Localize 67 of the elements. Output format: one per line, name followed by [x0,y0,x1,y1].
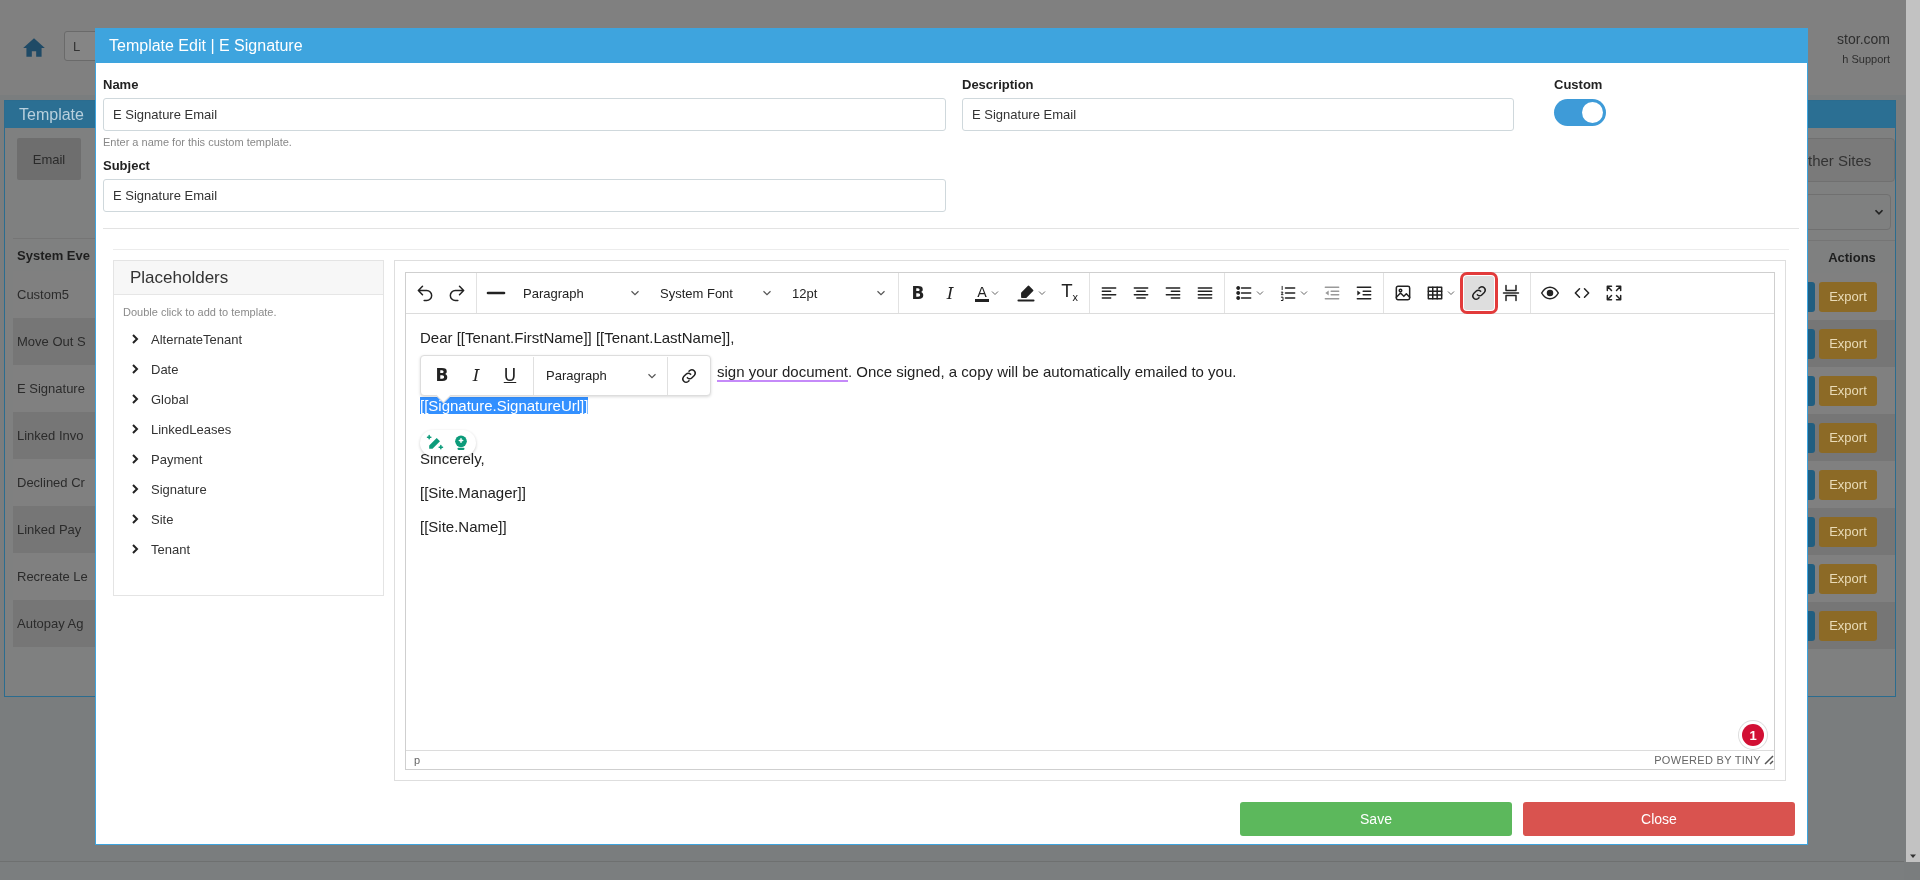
tree-item[interactable]: Signature [151,481,207,497]
tree-item[interactable]: Tenant [151,541,191,557]
block-format-dropdown[interactable]: Paragraph [513,276,648,310]
notification-badge[interactable]: 1 [1742,724,1764,746]
description-field[interactable]: E Signature Email [962,98,1514,131]
close-button[interactable]: Close [1523,802,1795,836]
subject-field[interactable]: E Signature Email [103,179,946,212]
tree-item[interactable]: Date [151,361,179,377]
marker-icon [1016,283,1036,303]
italic-button[interactable]: I [935,276,965,310]
block-format-dropdown[interactable]: Paragraph [533,356,668,395]
font-size-dropdown[interactable]: 12pt [782,276,894,310]
editor-paragraph: [[Site.Manager]] [420,483,527,502]
horizontal-line-icon [486,291,506,295]
field-label: Custom [1554,77,1603,92]
redo-arrow-icon [447,283,467,303]
export-button[interactable]: Export [1819,563,1877,594]
tree-item[interactable]: Global [151,391,189,407]
text-color-button[interactable]: A [967,276,1009,310]
bullet-list-icon [1234,283,1254,303]
branding-text[interactable]: POWERED BY TINY [1654,754,1761,766]
export-button[interactable]: Export [1819,516,1877,547]
export-button[interactable]: Export [1819,375,1877,406]
export-button[interactable]: Export [1819,469,1877,500]
image-icon [1393,283,1413,303]
eye-icon [1540,283,1560,303]
font-dropdown[interactable]: System Font [650,276,780,310]
tree-item[interactable]: Site [151,511,174,527]
panel-hint: Double click to add to template. [122,305,278,320]
export-button[interactable]: Export [1819,610,1877,641]
underline-button[interactable]: U [493,359,527,392]
tree-item[interactable]: AlternateTenant [151,331,243,347]
field-label: Name [103,77,140,92]
tree-item[interactable]: Payment [151,451,203,467]
panel-title: Placeholders [114,261,383,295]
export-button[interactable]: Export [1819,422,1877,453]
field-hint: Enter a name for this custom template. [103,136,293,148]
clear-formatting-button[interactable]: T$_{x}$ [1055,276,1085,310]
export-button[interactable]: Export [1819,328,1877,359]
site-domain: stor.com [1837,30,1890,47]
bold-button[interactable]: B [903,276,933,310]
editor-paragraph: Sincerely, [420,449,486,468]
link-icon [1469,283,1489,303]
page-break-icon [1501,283,1521,303]
outdent-icon [1322,283,1342,303]
export-button[interactable]: Export [1819,281,1877,312]
name-field[interactable]: E Signature Email [103,98,946,131]
selected-text: [[Signature.SignatureUrl]] [420,396,590,415]
scrollbar[interactable] [1906,0,1920,862]
table-icon [1425,283,1445,303]
bold-button[interactable]: B [425,359,459,392]
numbered-list-icon [1278,283,1298,303]
resize-handle-icon [1764,755,1774,765]
editor-paragraph: Dear [[Tenant.FirstName]] [[Tenant.LastName]], [420,328,736,347]
panel-title: Template [19,105,84,124]
element-path: p [414,754,421,766]
custom-toggle[interactable] [1554,99,1606,126]
undo-arrow-icon [415,283,435,303]
indent-icon [1354,283,1374,303]
field-label: Subject [103,158,151,173]
dialog-title: Template Edit | E Signature [96,29,1807,63]
fullscreen-icon [1604,283,1624,303]
italic-button[interactable]: I [459,359,493,392]
editor-paragraph: [[Site.Name]] [420,517,508,536]
tree-item[interactable]: LinkedLeases [151,421,232,437]
field-label: Description [962,77,1035,92]
support-link[interactable]: h Support [1842,52,1890,65]
